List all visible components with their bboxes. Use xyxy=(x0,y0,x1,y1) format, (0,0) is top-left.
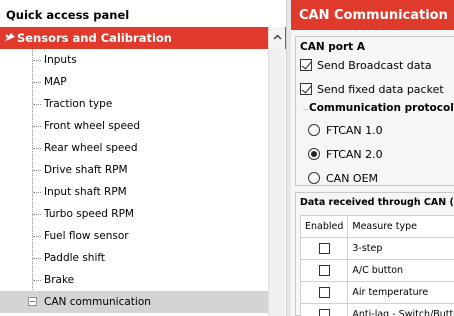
quick-access-panel: Quick access panel Sensors and Calibrati… xyxy=(0,0,286,316)
table-row[interactable]: A/C button xyxy=(299,259,454,282)
section-sensors-calibration[interactable]: Sensors and Calibration xyxy=(0,27,286,49)
tree-item-brake[interactable]: Brake xyxy=(0,269,268,291)
radio-circle[interactable] xyxy=(308,124,320,136)
checkbox-box[interactable] xyxy=(300,59,312,71)
measure-type-cell: A/C button xyxy=(347,259,454,282)
section-title: Sensors and Calibration xyxy=(17,31,172,45)
can-port-title: CAN port A xyxy=(300,41,365,53)
column-enabled[interactable]: Enabled xyxy=(299,215,349,238)
checkbox-box[interactable] xyxy=(300,83,312,95)
enabled-checkbox[interactable] xyxy=(318,287,330,298)
quick-access-header: Quick access panel xyxy=(6,8,130,22)
measure-type-cell: Anti-lag - Switch/Butto xyxy=(347,303,454,316)
chevron-up-icon xyxy=(273,34,281,40)
column-measure-type[interactable]: Measure type xyxy=(347,215,454,238)
table-row[interactable]: Anti-lag - Switch/Butto xyxy=(299,303,454,316)
tree-item-traction-type[interactable]: Traction type xyxy=(0,93,268,115)
can-port-group: CAN port A Send Broadcast data Send fixe… xyxy=(295,36,454,186)
radio-circle[interactable] xyxy=(308,148,320,160)
tree-scrollbar[interactable] xyxy=(268,47,285,316)
tree-item-map[interactable]: MAP xyxy=(0,71,268,93)
data-received-table: Enabled Measure type 3-step A/C button A… xyxy=(299,215,454,316)
tree-item-drive-shaft-rpm[interactable]: Drive shaft RPM xyxy=(0,159,268,181)
table-row[interactable]: Air temperature xyxy=(299,281,454,304)
data-received-title: Data received through CAN ( xyxy=(300,197,454,208)
sensor-icon xyxy=(5,33,15,41)
tree-item-can-communication[interactable]: − CAN communication xyxy=(0,291,268,313)
collapse-icon[interactable]: − xyxy=(28,297,37,306)
send-broadcast-checkbox[interactable]: Send Broadcast data xyxy=(300,55,432,75)
communication-protocol-group: Communication protocol FTCAN 1.0 FTCAN 2… xyxy=(303,102,454,188)
enabled-checkbox[interactable] xyxy=(318,309,330,316)
radio-ftcan-1[interactable]: FTCAN 1.0 xyxy=(308,120,383,140)
send-fixed-packet-checkbox[interactable]: Send fixed data packet xyxy=(300,79,444,99)
data-received-group: Data received through CAN ( Enabled Meas… xyxy=(295,192,454,316)
scroll-up-button[interactable] xyxy=(268,27,285,47)
enabled-checkbox[interactable] xyxy=(318,243,330,254)
measure-type-cell: 3-step xyxy=(347,237,454,260)
measure-type-cell: Air temperature xyxy=(347,281,454,304)
tree-item-front-wheel-speed[interactable]: Front wheel speed xyxy=(0,115,268,137)
tree-item-rear-wheel-speed[interactable]: Rear wheel speed xyxy=(0,137,268,159)
page-title: CAN Communication xyxy=(291,0,454,30)
table-row[interactable]: 3-step xyxy=(299,237,454,260)
can-communication-panel: CAN Communication CAN port A Send Broadc… xyxy=(291,0,454,316)
tree-item-paddle-shift[interactable]: Paddle shift xyxy=(0,247,268,269)
radio-ftcan-2[interactable]: FTCAN 2.0 xyxy=(308,144,383,164)
radio-circle[interactable] xyxy=(308,172,320,184)
tree-item-turbo-speed-rpm[interactable]: Turbo speed RPM xyxy=(0,203,268,225)
tree-item-inputs[interactable]: Inputs xyxy=(0,49,268,71)
tree-item-fuel-flow-sensor[interactable]: Fuel flow sensor xyxy=(0,225,268,247)
tree-item-input-shaft-rpm[interactable]: Input shaft RPM xyxy=(0,181,268,203)
tree-list: Inputs MAP Traction type Front wheel spe… xyxy=(0,49,268,313)
enabled-checkbox[interactable] xyxy=(318,265,330,276)
table-header-row: Enabled Measure type xyxy=(299,215,454,238)
radio-can-oem[interactable]: CAN OEM xyxy=(308,168,378,188)
protocol-title: Communication protocol xyxy=(309,102,454,114)
